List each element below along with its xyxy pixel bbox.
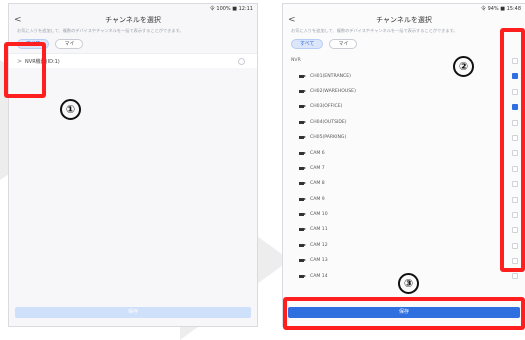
channel-row[interactable]: CAM 8 <box>283 176 525 191</box>
marker-1: ① <box>60 99 81 120</box>
highlight-box-save <box>283 297 525 330</box>
tab-my[interactable]: マイ <box>329 39 358 49</box>
channel-row[interactable]: CAM 6 <box>283 145 525 160</box>
page-title: チャンネルを選択 <box>105 16 161 24</box>
marker-2: ② <box>453 56 474 77</box>
camera-icon <box>299 151 306 155</box>
channel-label: CAM 9 <box>310 196 325 202</box>
camera-icon <box>299 105 306 109</box>
tab-bar: すべて マイ <box>9 35 257 53</box>
hint-text: お気に入りを追加して、複数のデバイスやチャンネルを一括で表示することができます。 <box>17 28 184 33</box>
channel-row[interactable]: CAM 12 <box>283 238 525 253</box>
channel-checkbox[interactable] <box>512 273 518 280</box>
save-button[interactable]: 保存 <box>15 307 251 318</box>
channel-row[interactable]: CH05(PARKING) <box>283 130 525 145</box>
tab-all[interactable]: すべて <box>291 39 324 49</box>
camera-icon <box>299 74 306 78</box>
channel-list: NVR CH01(ENTRANCE) CH02(WAREHOUSE) CH03(OF… <box>283 53 525 284</box>
channel-row[interactable]: CAM 7 <box>283 161 525 176</box>
camera-icon <box>299 228 306 232</box>
camera-icon <box>299 136 306 140</box>
camera-icon <box>299 259 306 263</box>
channel-row[interactable]: CAM 9 <box>283 192 525 207</box>
camera-icon <box>299 166 306 170</box>
camera-icon <box>299 120 306 124</box>
channel-label: CAM 8 <box>310 181 325 187</box>
channel-label: CAM 10 <box>310 212 328 218</box>
tab-my[interactable]: マイ <box>55 39 84 49</box>
channel-row[interactable]: CH01(ENTRANCE) <box>283 68 525 83</box>
channel-row[interactable]: CAM 10 <box>283 207 525 222</box>
camera-icon <box>299 274 306 278</box>
back-icon[interactable]: < <box>288 14 296 27</box>
page-header: < チャンネルを選択 <box>283 14 525 27</box>
camera-icon <box>299 89 306 93</box>
device-row[interactable]: > NVR機器(ID:1) <box>9 53 257 68</box>
back-icon[interactable]: < <box>14 14 22 27</box>
group-label: NVR <box>291 58 301 64</box>
status-bar: 令 100% ■ 12:11 <box>209 6 253 12</box>
device-radio[interactable] <box>238 58 245 65</box>
channel-label: CH05(PARKING) <box>310 135 347 141</box>
tab-bar: すべて マイ <box>283 35 525 53</box>
camera-icon <box>299 197 306 201</box>
hint-text: お気に入りを追加して、複数のデバイスやチャンネルを一括で表示することができます。 <box>291 28 458 33</box>
status-bar: 令 94% ■ 15:48 <box>480 6 521 12</box>
channel-label: CAM 12 <box>310 242 328 248</box>
page-header: < チャンネルを選択 <box>9 14 257 27</box>
channel-label: CAM 11 <box>310 227 328 233</box>
highlight-box-device <box>4 42 46 98</box>
channel-label: CAM 7 <box>310 165 325 171</box>
channel-row[interactable]: CAM 11 <box>283 222 525 237</box>
channel-label: CH03(OFFICE) <box>310 104 343 110</box>
camera-icon <box>299 213 306 217</box>
channel-label: CH02(WAREHOUSE) <box>310 88 356 94</box>
channel-label: CAM 14 <box>310 273 328 279</box>
channel-label: CH04(OUTSIDE) <box>310 119 347 125</box>
channel-label: CAM 6 <box>310 150 325 156</box>
channel-row[interactable]: CH04(OUTSIDE) <box>283 115 525 130</box>
group-row[interactable]: NVR <box>283 53 525 68</box>
page-title: チャンネルを選択 <box>376 16 432 24</box>
channel-row[interactable]: CH02(WAREHOUSE) <box>283 84 525 99</box>
channel-label: CH01(ENTRANCE) <box>310 73 351 79</box>
marker-3: ③ <box>398 273 419 294</box>
channel-label: CAM 13 <box>310 258 328 264</box>
channel-row[interactable]: CAM 13 <box>283 253 525 268</box>
highlight-box-checkboxes <box>500 28 525 272</box>
channel-row[interactable]: CH03(OFFICE) <box>283 99 525 114</box>
camera-icon <box>299 182 306 186</box>
camera-icon <box>299 243 306 247</box>
